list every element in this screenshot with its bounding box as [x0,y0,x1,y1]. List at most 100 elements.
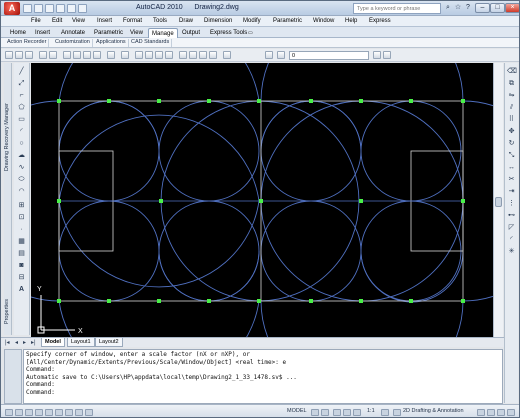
zoom-previous-icon[interactable] [165,51,173,59]
steering-wheel-icon[interactable] [353,409,361,416]
next-layout-icon[interactable]: ▸ [23,339,26,346]
sheet-set-icon[interactable] [209,51,217,59]
paste-icon[interactable] [83,51,91,59]
save-file-icon[interactable] [25,51,33,59]
mirror-icon[interactable]: ⇋ [507,91,516,100]
open-file-icon[interactable] [15,51,23,59]
quick-view-drawings-icon[interactable] [321,409,329,416]
vertical-scrollbar[interactable] [493,63,503,337]
menu-window[interactable]: Window [313,18,334,24]
table-icon[interactable]: ⊟ [17,273,26,282]
tab-insert[interactable]: Insert [32,28,53,38]
hatch-icon[interactable]: ▦ [17,237,26,246]
search-input[interactable] [353,3,441,14]
menu-file[interactable]: File [31,18,41,24]
panel-applications[interactable]: Applications [94,39,129,47]
last-layout-icon[interactable]: ▸| [31,339,36,346]
menu-parametric[interactable]: Parametric [273,18,302,24]
tab-output[interactable]: Output [179,28,203,38]
tool-palettes-icon[interactable] [199,51,207,59]
polar-icon[interactable] [35,409,43,416]
tab-manage[interactable]: Manage [148,28,178,38]
menu-express[interactable]: Express [369,18,391,24]
tab-model[interactable]: Model [41,338,65,347]
properties-icon[interactable] [179,51,187,59]
menu-tools[interactable]: Tools [153,18,167,24]
model-space-button[interactable]: MODEL [287,408,307,414]
redo-tool-icon[interactable] [121,51,129,59]
help-tool-icon[interactable] [223,51,231,59]
layer-properties-icon[interactable] [265,51,273,59]
undo-tool-icon[interactable] [107,51,115,59]
cut-icon[interactable] [63,51,71,59]
match-properties-icon[interactable] [93,51,101,59]
maximize-button[interactable]: □ [490,3,505,13]
spline-icon[interactable]: ∿ [17,163,26,172]
polyline-icon[interactable]: ⌐ [17,91,26,100]
break-icon[interactable]: ⋮ [507,199,516,208]
fillet-icon[interactable]: ◜ [507,235,516,244]
move-icon[interactable]: ✥ [507,127,516,136]
command-prompt[interactable]: Command: [26,389,500,397]
design-center-icon[interactable] [189,51,197,59]
line-icon[interactable]: ╱ [17,67,26,76]
annotation-visibility-icon[interactable] [381,409,389,416]
tab-annotate[interactable]: Annotate [58,28,88,38]
region-icon[interactable]: ◙ [17,261,26,270]
menu-format[interactable]: Format [123,18,142,24]
grid-icon[interactable] [15,409,23,416]
dyn-icon[interactable] [65,409,73,416]
save-icon[interactable] [45,4,54,13]
panel-action-recorder[interactable]: Action Recorder [5,39,50,47]
circle-icon[interactable]: ○ [17,139,26,148]
lock-icon[interactable] [477,409,485,416]
text-icon[interactable]: A [17,285,26,294]
publish-icon[interactable] [49,51,57,59]
tab-parametric[interactable]: Parametric [91,28,126,38]
tab-layout2[interactable]: Layout2 [95,338,123,347]
lineweight-icon[interactable] [75,409,83,416]
trim-icon[interactable]: ✂ [507,175,516,184]
menu-insert[interactable]: Insert [97,18,112,24]
zoom-window-icon[interactable] [155,51,163,59]
redo-icon[interactable] [67,4,76,13]
quick-properties-icon[interactable] [85,409,93,416]
clean-screen-icon[interactable] [507,409,515,416]
polygon-icon[interactable]: ⬠ [17,103,26,112]
isolate-objects-icon[interactable] [497,409,505,416]
scrollbar-thumb[interactable] [495,197,502,207]
tab-view[interactable]: View [127,28,146,38]
pan-icon[interactable] [135,51,143,59]
revision-cloud-icon[interactable]: ☁ [17,151,26,160]
command-window[interactable]: Specify corner of window, enter a scale … [23,349,503,404]
prev-layout-icon[interactable]: ◂ [15,339,18,346]
new-file-icon[interactable] [23,4,32,13]
pan-status-icon[interactable] [333,409,341,416]
scale-icon[interactable]: ⤡ [507,151,516,160]
menu-edit[interactable]: Edit [52,18,62,24]
ellipse-arc-icon[interactable]: ◠ [17,187,26,196]
explode-icon[interactable]: ✳ [507,247,516,256]
undo-icon[interactable] [56,4,65,13]
osnap-icon[interactable] [45,409,53,416]
tab-home[interactable]: Home [7,28,29,38]
panel-cad-standards[interactable]: CAD Standards [129,39,173,47]
ortho-icon[interactable] [25,409,33,416]
layer-previous-icon[interactable] [383,51,391,59]
point-icon[interactable]: · [17,225,26,234]
minimize-button[interactable]: – [475,3,490,13]
zoom-status-icon[interactable] [343,409,351,416]
otrack-icon[interactable] [55,409,63,416]
offset-icon[interactable]: ⫽ [507,103,516,112]
make-block-icon[interactable]: ⊡ [17,213,26,222]
tab-express-tools[interactable]: Express Tools [207,28,250,38]
copy-icon[interactable] [73,51,81,59]
open-icon[interactable] [34,4,43,13]
star-icon[interactable]: ☆ [453,3,463,13]
menu-dimension[interactable]: Dimension [204,18,232,24]
copy-object-icon[interactable]: ⧉ [507,79,516,88]
zoom-realtime-icon[interactable] [145,51,153,59]
ellipse-icon[interactable]: ⬭ [17,175,26,184]
plot-icon[interactable] [78,4,87,13]
chamfer-icon[interactable]: ◸ [507,223,516,232]
